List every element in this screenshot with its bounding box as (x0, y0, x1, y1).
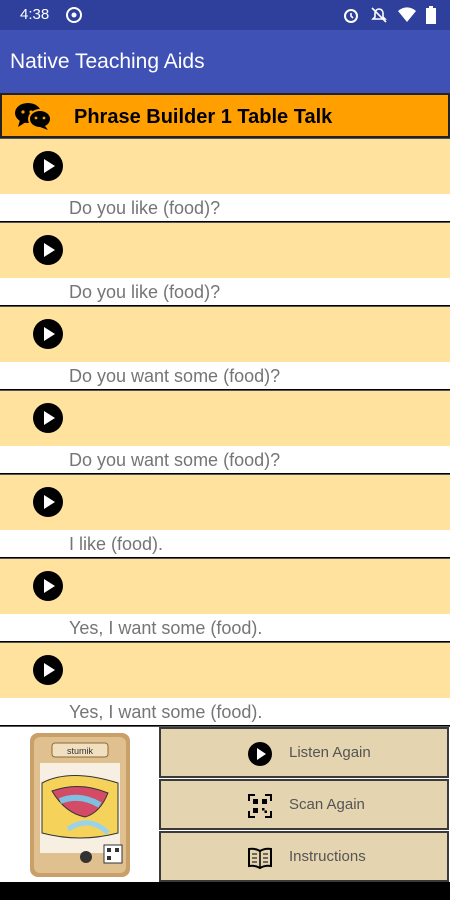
phrase-list: Do you like (food)? Do you like (food)? … (0, 138, 450, 726)
app-bar: Native Teaching Aids (0, 30, 450, 93)
phrase-row: Do you want some (food)? (0, 390, 450, 474)
phrase-row: Do you like (food)? (0, 138, 450, 222)
vpn-icon (65, 6, 83, 29)
instructions-label: Instructions (289, 848, 366, 865)
phrase-row: Do you want some (food)? (0, 306, 450, 390)
status-icons (342, 6, 436, 29)
wifi-icon (398, 7, 416, 28)
play-icon[interactable] (32, 150, 64, 182)
play-icon[interactable] (32, 318, 64, 350)
card-label: stumik (67, 746, 94, 756)
status-bar: 4:38 (0, 0, 450, 30)
play-icon[interactable] (32, 654, 64, 686)
flashcard-image: stumik (30, 733, 130, 877)
chat-bubbles-icon (14, 101, 52, 136)
action-buttons: Listen Again Scan Again Instructions (159, 727, 450, 883)
phrase-text: Yes, I want some (food). (69, 702, 263, 723)
phrase-play-band[interactable] (0, 558, 450, 614)
play-icon[interactable] (32, 570, 64, 602)
lesson-title: Phrase Builder 1 Table Talk (74, 106, 333, 128)
phrase-play-band[interactable] (0, 306, 450, 362)
system-nav-bar (0, 882, 450, 900)
play-icon[interactable] (32, 234, 64, 266)
phrase-row: I like (food). (0, 474, 450, 558)
phrase-row: Do you like (food)? (0, 222, 450, 306)
qr-scan-icon (248, 794, 272, 818)
listen-again-button[interactable]: Listen Again (159, 727, 449, 778)
phrase-text: I like (food). (69, 534, 164, 555)
instructions-button[interactable]: Instructions (159, 831, 449, 882)
phrase-text: Yes, I want some (food). (69, 618, 263, 639)
status-time: 4:38 (20, 6, 50, 23)
battery-icon (426, 6, 436, 29)
phrase-play-band[interactable] (0, 474, 450, 530)
play-icon[interactable] (32, 486, 64, 518)
phrase-play-band[interactable] (0, 138, 450, 194)
bottom-panel: stumik Listen Again Scan Again Instructi… (0, 726, 450, 882)
scan-again-button[interactable]: Scan Again (159, 779, 449, 830)
phrase-text: Do you want some (food)? (69, 450, 281, 471)
phrase-text: Do you like (food)? (69, 282, 221, 303)
phrase-play-band[interactable] (0, 390, 450, 446)
play-icon[interactable] (32, 402, 64, 434)
notifications-off-icon (370, 6, 388, 29)
play-icon (248, 742, 272, 766)
phrase-play-band[interactable] (0, 222, 450, 278)
lesson-header: Phrase Builder 1 Table Talk (0, 93, 450, 138)
app-title: Native Teaching Aids (10, 50, 205, 73)
listen-again-label: Listen Again (289, 744, 371, 761)
alarm-icon (342, 6, 360, 29)
scan-again-label: Scan Again (289, 796, 365, 813)
phrase-row: Yes, I want some (food). (0, 642, 450, 726)
book-icon (248, 847, 272, 870)
phrase-text: Do you like (food)? (69, 198, 221, 219)
phrase-row: Yes, I want some (food). (0, 558, 450, 642)
phrase-play-band[interactable] (0, 642, 450, 698)
phrase-text: Do you want some (food)? (69, 366, 281, 387)
